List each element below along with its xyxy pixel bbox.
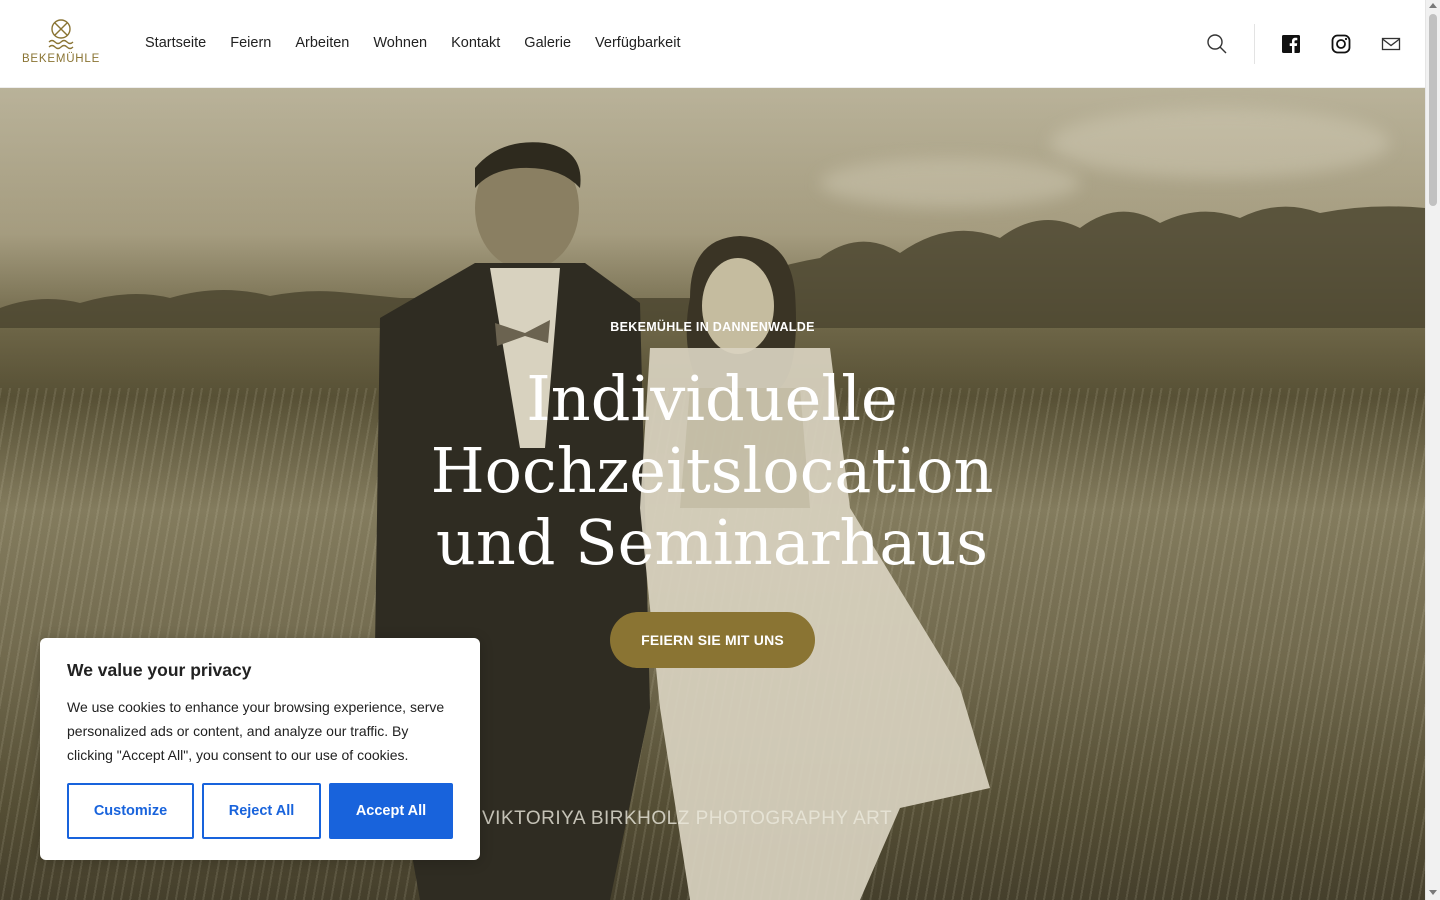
scrollbar-thumb[interactable] xyxy=(1429,14,1437,206)
feiern-cta-button[interactable]: FEIERN SIE MIT UNS xyxy=(610,612,815,668)
facebook-icon xyxy=(1282,35,1300,53)
nav-item-galerie[interactable]: Galerie xyxy=(524,35,571,51)
page-scrollbar[interactable] xyxy=(1425,0,1440,900)
nav-item-wohnen[interactable]: Wohnen xyxy=(373,35,427,51)
cookie-reject-all-button[interactable]: Reject All xyxy=(202,783,321,839)
hero-kicker: BEKEMÜHLE IN DANNENWALDE xyxy=(610,320,815,334)
search-button[interactable] xyxy=(1206,33,1228,55)
nav-item-kontakt[interactable]: Kontakt xyxy=(451,35,500,51)
cookie-consent-banner: We value your privacy We use cookies to … xyxy=(40,638,480,860)
mill-logo-icon xyxy=(48,19,74,50)
nav-item-startseite[interactable]: Startseite xyxy=(145,35,206,51)
mail-link[interactable] xyxy=(1380,33,1402,55)
scroll-down-arrow-icon[interactable] xyxy=(1429,890,1437,895)
nav-item-arbeiten[interactable]: Arbeiten xyxy=(295,35,349,51)
site-logo[interactable]: BEKEMÜHLE xyxy=(21,18,101,70)
mail-icon xyxy=(1381,37,1401,51)
cookie-button-row: Customize Reject All Accept All xyxy=(67,783,453,839)
site-header: BEKEMÜHLE Startseite Feiern Arbeiten Woh… xyxy=(0,0,1425,88)
search-icon xyxy=(1207,34,1227,54)
logo-wordmark: BEKEMÜHLE xyxy=(21,53,101,65)
instagram-link[interactable] xyxy=(1330,33,1352,55)
photo-credit: VIKTORIYA BIRKHOLZ PHOTOGRAPHY ART xyxy=(482,808,893,829)
instagram-icon xyxy=(1331,34,1351,54)
cookie-banner-text: We use cookies to enhance your browsing … xyxy=(67,699,445,763)
facebook-link[interactable] xyxy=(1280,33,1302,55)
hero-title: Individuelle Hochzeitslocation und Semin… xyxy=(430,362,994,579)
header-divider xyxy=(1254,24,1255,64)
main-nav: Startseite Feiern Arbeiten Wohnen Kontak… xyxy=(145,35,705,51)
cookie-banner-title: We value your privacy xyxy=(67,660,252,680)
nav-item-feiern[interactable]: Feiern xyxy=(230,35,271,51)
nav-item-verfuegbarkeit[interactable]: Verfügbarkeit xyxy=(595,35,680,51)
cookie-accept-all-button[interactable]: Accept All xyxy=(329,783,453,839)
scroll-up-arrow-icon[interactable] xyxy=(1429,3,1437,8)
cookie-customize-button[interactable]: Customize xyxy=(67,783,194,839)
